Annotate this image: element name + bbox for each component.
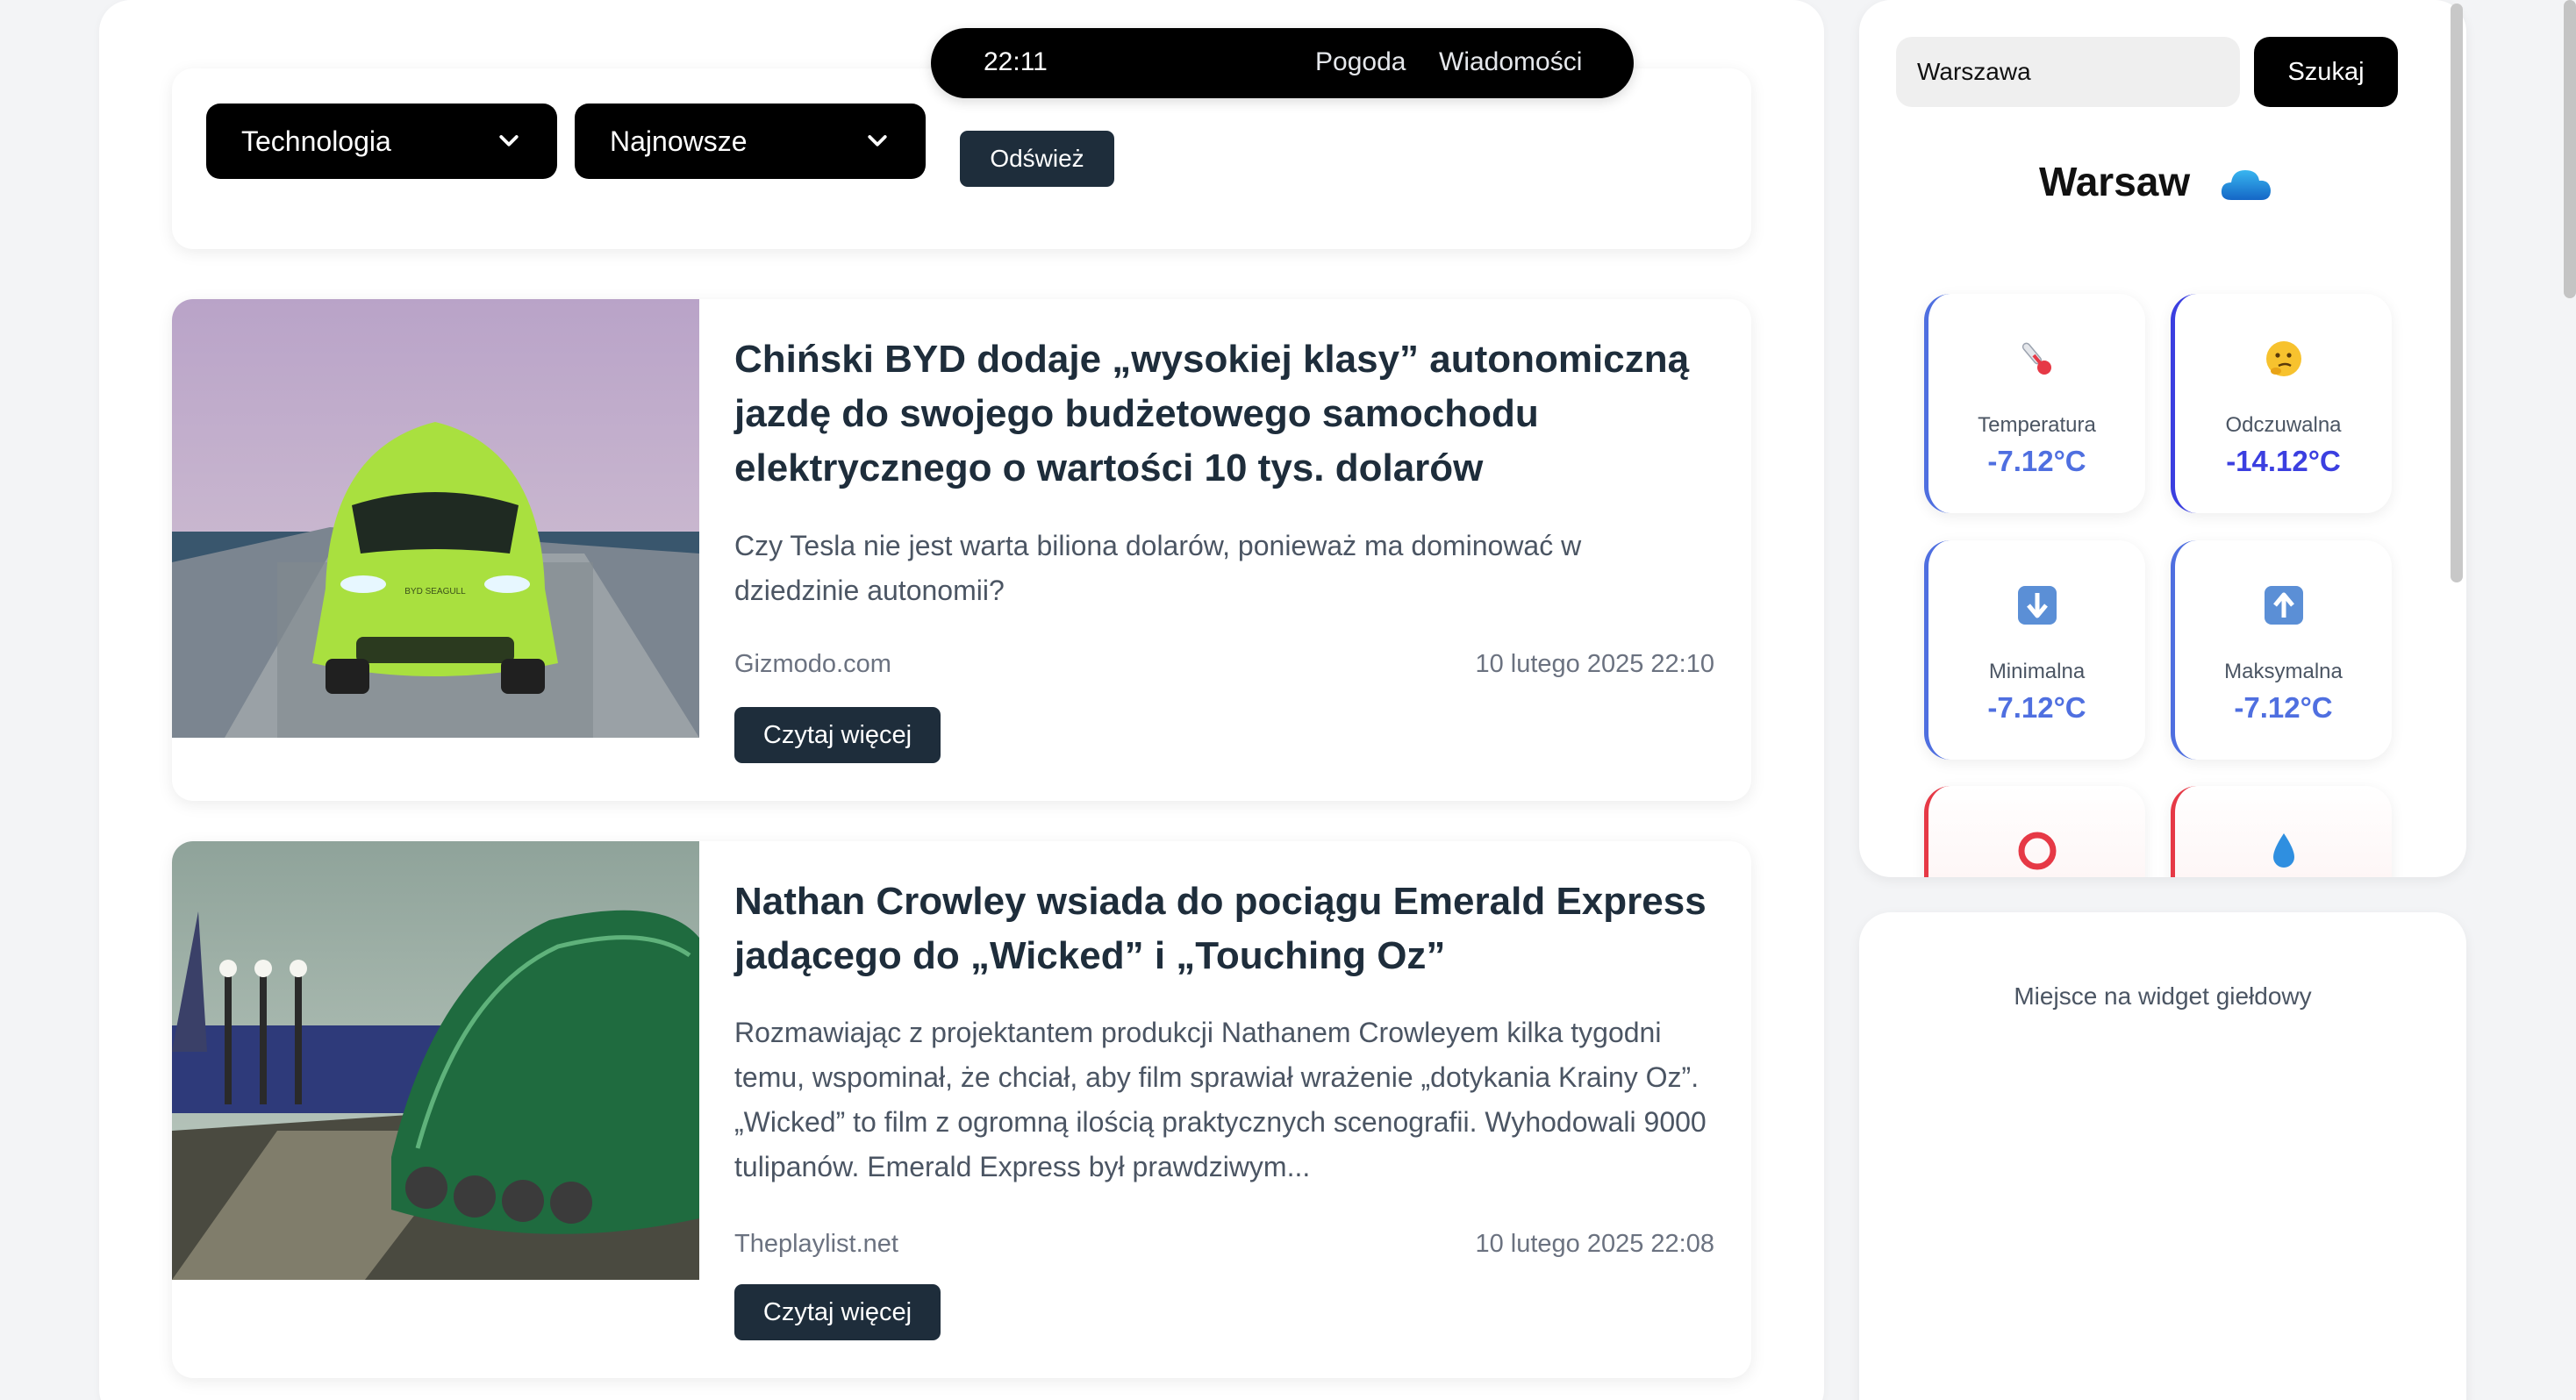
article-image[interactable] — [172, 841, 699, 1280]
weather-card-feels-like: Odczuwalna -14.12°C — [2171, 294, 2392, 513]
stock-widget: Miejsce na widget giełdowy — [1859, 912, 2466, 1400]
stock-widget-placeholder: Miejsce na widget giełdowy — [2014, 982, 2312, 1010]
read-more-button[interactable]: Czytaj więcej — [734, 1284, 941, 1340]
thinking-face-icon — [2175, 338, 2392, 382]
weather-card-temperature: Temperatura -7.12°C — [1924, 294, 2145, 513]
weather-widget: Szukaj Warsaw Temperatura -7.12°C Odczuw… — [1859, 0, 2466, 877]
top-nav: 22:11 Pogoda Wiadomości — [931, 28, 1634, 98]
nav-link-weather[interactable]: Pogoda — [1315, 47, 1406, 77]
article-title[interactable]: Nathan Crowley wsiada do pociągu Emerald… — [734, 875, 1708, 983]
article-date: 10 lutego 2025 22:08 — [1475, 1230, 1714, 1258]
svg-text:BYD SEAGULL: BYD SEAGULL — [404, 587, 466, 596]
droplet-icon — [2175, 830, 2392, 874]
weather-card-humidity — [2171, 786, 2392, 877]
chevron-down-icon — [499, 135, 519, 146]
cloud-icon — [2221, 170, 2271, 200]
weather-card-value: -14.12°C — [2226, 445, 2341, 477]
weather-scrollbar[interactable] — [2451, 4, 2463, 582]
weather-card-label: Maksymalna — [2224, 660, 2343, 683]
article-description: Rozmawiając z projektantem produkcji Nat… — [734, 1017, 1707, 1182]
weather-card-value: -7.12°C — [2234, 691, 2333, 724]
article-image[interactable]: BYD SEAGULL — [172, 299, 699, 738]
search-button[interactable]: Szukaj — [2254, 37, 2398, 107]
city-name: Warsaw — [2039, 159, 2191, 204]
weather-card-label: Temperatura — [1978, 413, 2096, 437]
chevron-down-icon — [868, 135, 887, 146]
weather-card-value: -7.12°C — [1987, 691, 2086, 724]
article-source: Gizmodo.com — [734, 650, 891, 678]
sort-select[interactable]: Najnowsze — [575, 104, 926, 179]
nav-link-news[interactable]: Wiadomości — [1439, 47, 1582, 77]
arrow-down-icon — [1928, 584, 2145, 628]
weather-card-label: Minimalna — [1988, 660, 2086, 683]
weather-card-label: Odczuwalna — [2225, 413, 2342, 437]
category-select[interactable]: Technologia — [206, 104, 557, 179]
article-source: Theplaylist.net — [734, 1230, 898, 1258]
article-card: BYD SEAGULL Chiński BYD dodaje „wysokiej… — [172, 299, 1751, 801]
article-date: 10 lutego 2025 22:10 — [1475, 650, 1714, 678]
city-search-input[interactable] — [1896, 37, 2240, 107]
category-select-value: Technologia — [241, 125, 391, 157]
article-card: Nathan Crowley wsiada do pociągu Emerald… — [172, 841, 1751, 1378]
weather-card-max: Maksymalna -7.12°C — [2171, 540, 2392, 760]
thermometer-icon — [1928, 338, 2145, 382]
ring-icon — [1928, 830, 2145, 874]
page-scrollbar[interactable] — [2564, 0, 2576, 298]
sort-select-value: Najnowsze — [610, 125, 748, 157]
clock: 22:11 — [984, 47, 1048, 76]
article-description: Czy Tesla nie jest warta biliona dolarów… — [734, 530, 1582, 606]
refresh-button[interactable]: Odśwież — [960, 131, 1114, 187]
read-more-button[interactable]: Czytaj więcej — [734, 707, 941, 763]
weather-card-min: Minimalna -7.12°C — [1924, 540, 2145, 760]
arrow-up-icon — [2175, 584, 2392, 628]
weather-card-value: -7.12°C — [1987, 445, 2086, 477]
article-title[interactable]: Chiński BYD dodaje „wysokiej klasy” auto… — [734, 332, 1708, 496]
weather-card-pressure — [1924, 786, 2145, 877]
